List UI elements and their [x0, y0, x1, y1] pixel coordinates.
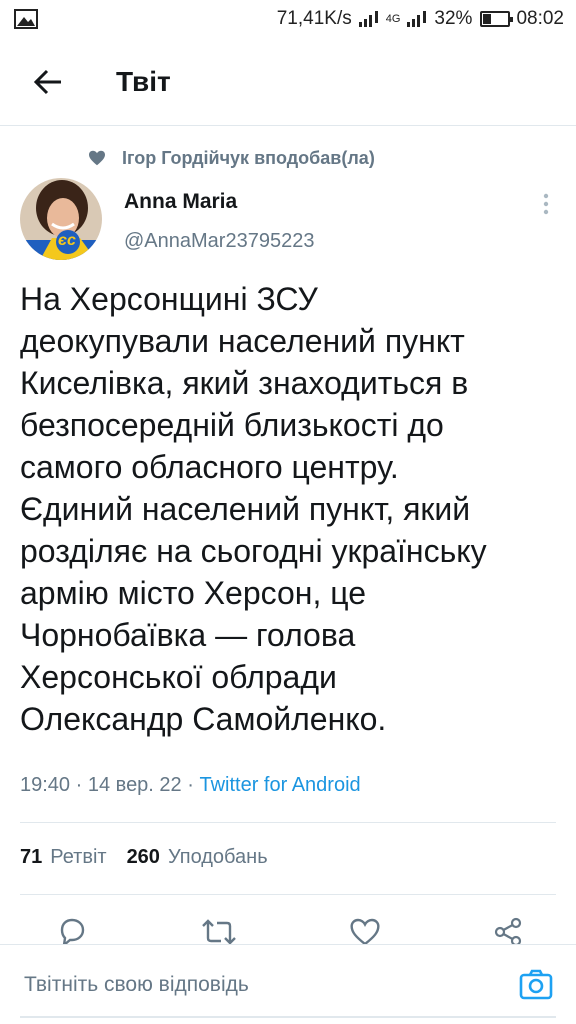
social-context-text: Ігор Гордійчук вподобав(ла)	[122, 147, 375, 168]
meta-separator: ·	[75, 774, 83, 796]
likes-count: 260	[126, 846, 160, 868]
author-handle[interactable]: @AnnaMar23795223	[124, 230, 314, 253]
heart-filled-icon	[89, 150, 105, 166]
meta-separator-2: ·	[187, 774, 194, 796]
app-bar: Твіт	[0, 38, 576, 126]
author-row: єс Anna Maria @AnnaMar23795223	[20, 178, 560, 260]
divider	[20, 894, 556, 895]
more-vertical-icon	[543, 193, 549, 215]
battery-percent: 32%	[434, 8, 473, 29]
page-title: Твіт	[116, 65, 171, 97]
author-name[interactable]: Anna Maria	[124, 190, 237, 214]
likes-stat[interactable]: 260 Уподобань	[127, 846, 268, 869]
retweets-stat[interactable]: 71 Ретвіт	[20, 846, 107, 869]
camera-icon	[519, 969, 553, 999]
social-context[interactable]: Ігор Гордійчук вподобав(ла)	[88, 144, 375, 172]
network-speed: 71,41K/s	[276, 8, 352, 29]
tweet-text: На Херсонщині ЗСУ деокупували населений …	[20, 281, 487, 737]
input-underline	[20, 1016, 556, 1018]
reply-icon	[60, 918, 85, 948]
tweet-meta: 19:40 · 14 вер. 22 · Twitter for Android	[20, 774, 361, 797]
network-type: 4G	[385, 13, 401, 25]
back-button[interactable]	[0, 38, 96, 126]
reply-bar: Твітніть свою відповідь	[0, 944, 576, 1024]
signal-icon-2	[407, 11, 427, 27]
clock: 08:02	[516, 8, 564, 29]
more-options-button[interactable]	[532, 190, 560, 218]
status-left	[14, 9, 38, 29]
status-right: 71,41K/s 4G 32% 08:02	[277, 8, 564, 30]
status-bar: 71,41K/s 4G 32% 08:02	[0, 0, 576, 38]
retweets-label: Ретвіт	[50, 846, 107, 868]
share-icon	[494, 917, 522, 946]
retweet-icon	[201, 918, 236, 945]
image-notification-icon	[14, 9, 38, 29]
arrow-left-icon	[33, 69, 61, 94]
reply-input[interactable]: Твітніть свою відповідь	[24, 973, 516, 997]
heart-icon	[350, 918, 380, 946]
tweet-time: 19:40	[20, 774, 71, 796]
tweet-stats: 71 Ретвіт 260 Уподобань	[20, 846, 268, 869]
retweets-count: 71	[20, 846, 43, 868]
camera-button[interactable]	[516, 965, 556, 1005]
tweet-client-link[interactable]: Twitter for Android	[199, 774, 360, 796]
avatar-badge-text: єс	[58, 232, 76, 249]
tweet-date: 14 вер. 22	[87, 774, 182, 796]
signal-icon	[358, 11, 378, 27]
battery-icon	[480, 11, 514, 27]
battery-fill	[483, 14, 492, 24]
divider	[20, 822, 556, 823]
likes-label: Уподобань	[167, 846, 268, 868]
avatar[interactable]: єс	[20, 178, 102, 260]
